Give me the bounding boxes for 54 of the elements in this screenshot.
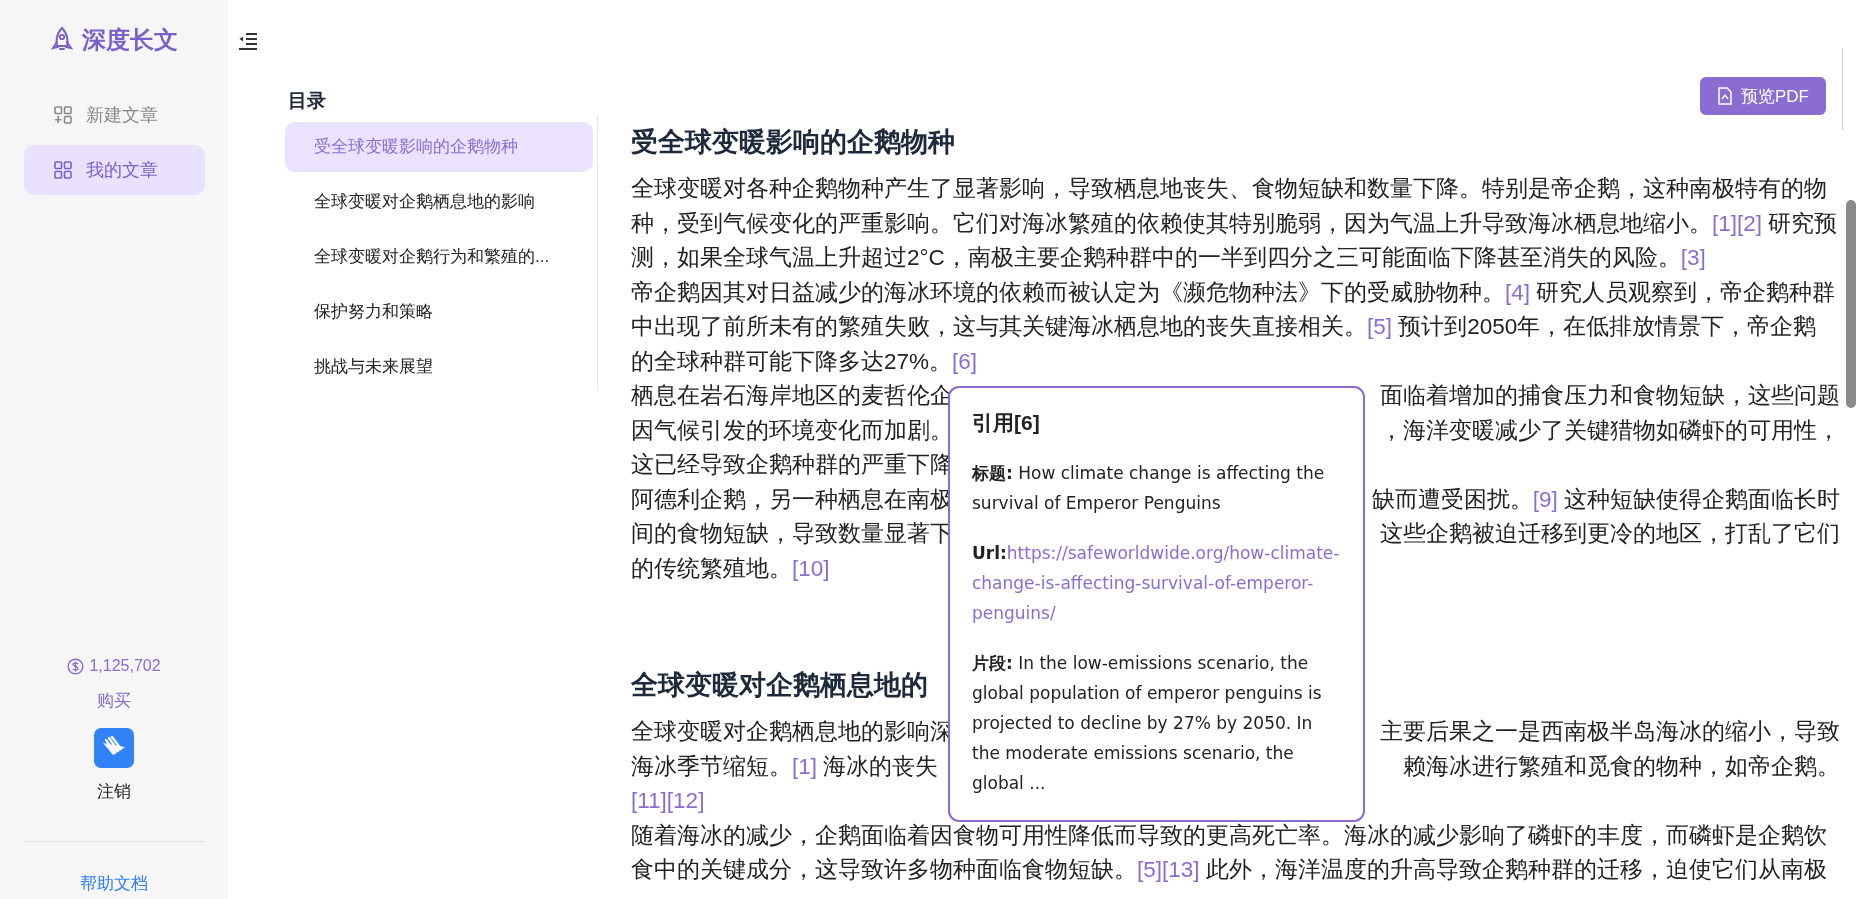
grid-icon <box>53 161 72 179</box>
body-text: 因气候引发的环境变化而加剧。 <box>631 416 953 445</box>
body-text: 的全球种群可能下降多达27%。[6] <box>631 347 978 376</box>
app-icon[interactable] <box>94 728 134 768</box>
body-text: 面临着增加的捕食压力和食物短缺，这些问题 <box>1380 382 1840 410</box>
body-text: 的传统繁殖地。[10] <box>631 554 830 583</box>
toc-item[interactable]: 保护努力和策略 <box>285 287 593 337</box>
body-text: 食中的关键成分，这导致许多物种面临食物短缺。[5][13] 此外，海洋温度的升高导致企鹅种群的迁移，迫使它们从南极 <box>631 856 1827 884</box>
popup-title: 引用[6] <box>972 410 1041 436</box>
citation-field: 标题: How climate change is affecting the survival of Emperor Penguins <box>972 458 1341 518</box>
scrollbar-thumb[interactable] <box>1846 200 1856 408</box>
body-text: 全球变暖对各种企鹅物种产生了显著影响，导致栖息地丧失、食物短缺和数量下降。特别是帝企鹅，这种南极特有的物 <box>631 175 1827 203</box>
body-text: 种，受到气候变化的严重影响。它们对海冰繁殖的依赖使其特别脆弱，因为气温上升导致海冰栖息地缩小。[1][2] 研究预 <box>631 209 1838 238</box>
collapse-menu-icon[interactable] <box>238 32 258 50</box>
toc-item[interactable]: 全球变暖对企鹅栖息地的影响 <box>285 177 593 227</box>
citation-link[interactable]: [6] <box>952 348 978 374</box>
coin-icon <box>67 657 85 675</box>
toc-item[interactable]: 受全球变暖影响的企鹅物种 <box>285 122 593 172</box>
citation-link[interactable]: [5] <box>1367 314 1393 339</box>
body-text: 缺而遭受困扰。[9] 这种短缺使得企鹅面临长时 <box>1371 485 1840 514</box>
citation-link[interactable]: [10] <box>792 555 830 581</box>
body-text: 主要后果之一是西南极半岛海冰的缩小，导致 <box>1380 718 1840 746</box>
body-text: 随着海冰的减少，企鹅面临着因食物可用性降低而导致的更高死亡率。海冰的减少影响了磷虾的丰度，而磷虾是企鹅饮 <box>631 821 1827 850</box>
credit-balance: 1,125,702 <box>89 657 161 675</box>
app-logo-text: 深度长文 <box>82 25 178 55</box>
url-link[interactable]: Url:https://safeworldwide.org/how-climate-change-is-affecting-survival-of-emperor-penguins/ <box>972 538 1341 628</box>
buy-link[interactable]: 购买 <box>97 689 131 712</box>
citation-field: 片段: In the low-emissions scenario, the global population of emperor penguins is projected to decline by 27% by 2050. In the moderate emissions scenario, the global ... <box>972 648 1341 798</box>
toc-title: 目录 <box>288 89 327 113</box>
body-text: 这些企鹅被迫迁移到更冷的地区，打乱了它们 <box>1380 520 1840 548</box>
citation-link[interactable]: [9] <box>1532 486 1558 512</box>
add-grid-icon <box>53 106 72 124</box>
file-icon <box>1717 87 1733 105</box>
body-text: 海冰季节缩短。[1] 海冰的丧失 <box>631 752 939 781</box>
citation-link[interactable]: [3] <box>1680 245 1706 270</box>
citation-link[interactable]: [11][12] <box>631 788 705 813</box>
citation-link[interactable]: [5][13] <box>1137 857 1200 882</box>
toc-item[interactable]: 全球变暖对企鹅行为和繁殖的... <box>285 232 593 282</box>
preview-pdf-button[interactable]: 预览PDF <box>1700 77 1826 115</box>
section-heading: 全球变暖对企鹅栖息地的 <box>631 669 928 702</box>
citation-link[interactable]: [4] <box>1505 279 1531 305</box>
citation-link[interactable]: [1][2] <box>1712 210 1763 236</box>
body-text: 帝企鹅因其对日益减少的海冰环境的依赖而被认定为《濒危物种法》下的受威胁物种。[4] 研究人员观察到，帝企鹅种群 <box>631 278 1836 307</box>
help-docs-link[interactable]: 帮助文档 <box>80 872 148 895</box>
toc-item[interactable]: 挑战与未来展望 <box>285 342 593 392</box>
citation-link[interactable]: [1] <box>792 753 818 779</box>
body-text: ，海洋变暖减少了关键猎物如磷虾的可用性， <box>1380 416 1840 445</box>
body-text: 赖海冰进行繁殖和觅食的物种，如帝企鹅。 <box>1403 752 1840 781</box>
body-text: 中出现了前所未有的繁殖失败，这与其关键海冰栖息地的丧失直接相关。[5] 预计到2050年，在低排放情景下，帝企鹅 <box>631 313 1817 341</box>
section-heading: 受全球变暖影响的企鹅物种 <box>631 126 955 159</box>
body-text: 测，如果全球气温上升超过2°C，南极主要企鹅种群中的一半到四分之三可能面临下降甚至消失的风险。[3] <box>631 244 1706 272</box>
nav-item[interactable]: 我的文章 <box>23 145 205 195</box>
logout-button[interactable]: 注销 <box>97 780 131 803</box>
nav-item[interactable]: 新建文章 <box>23 90 205 140</box>
